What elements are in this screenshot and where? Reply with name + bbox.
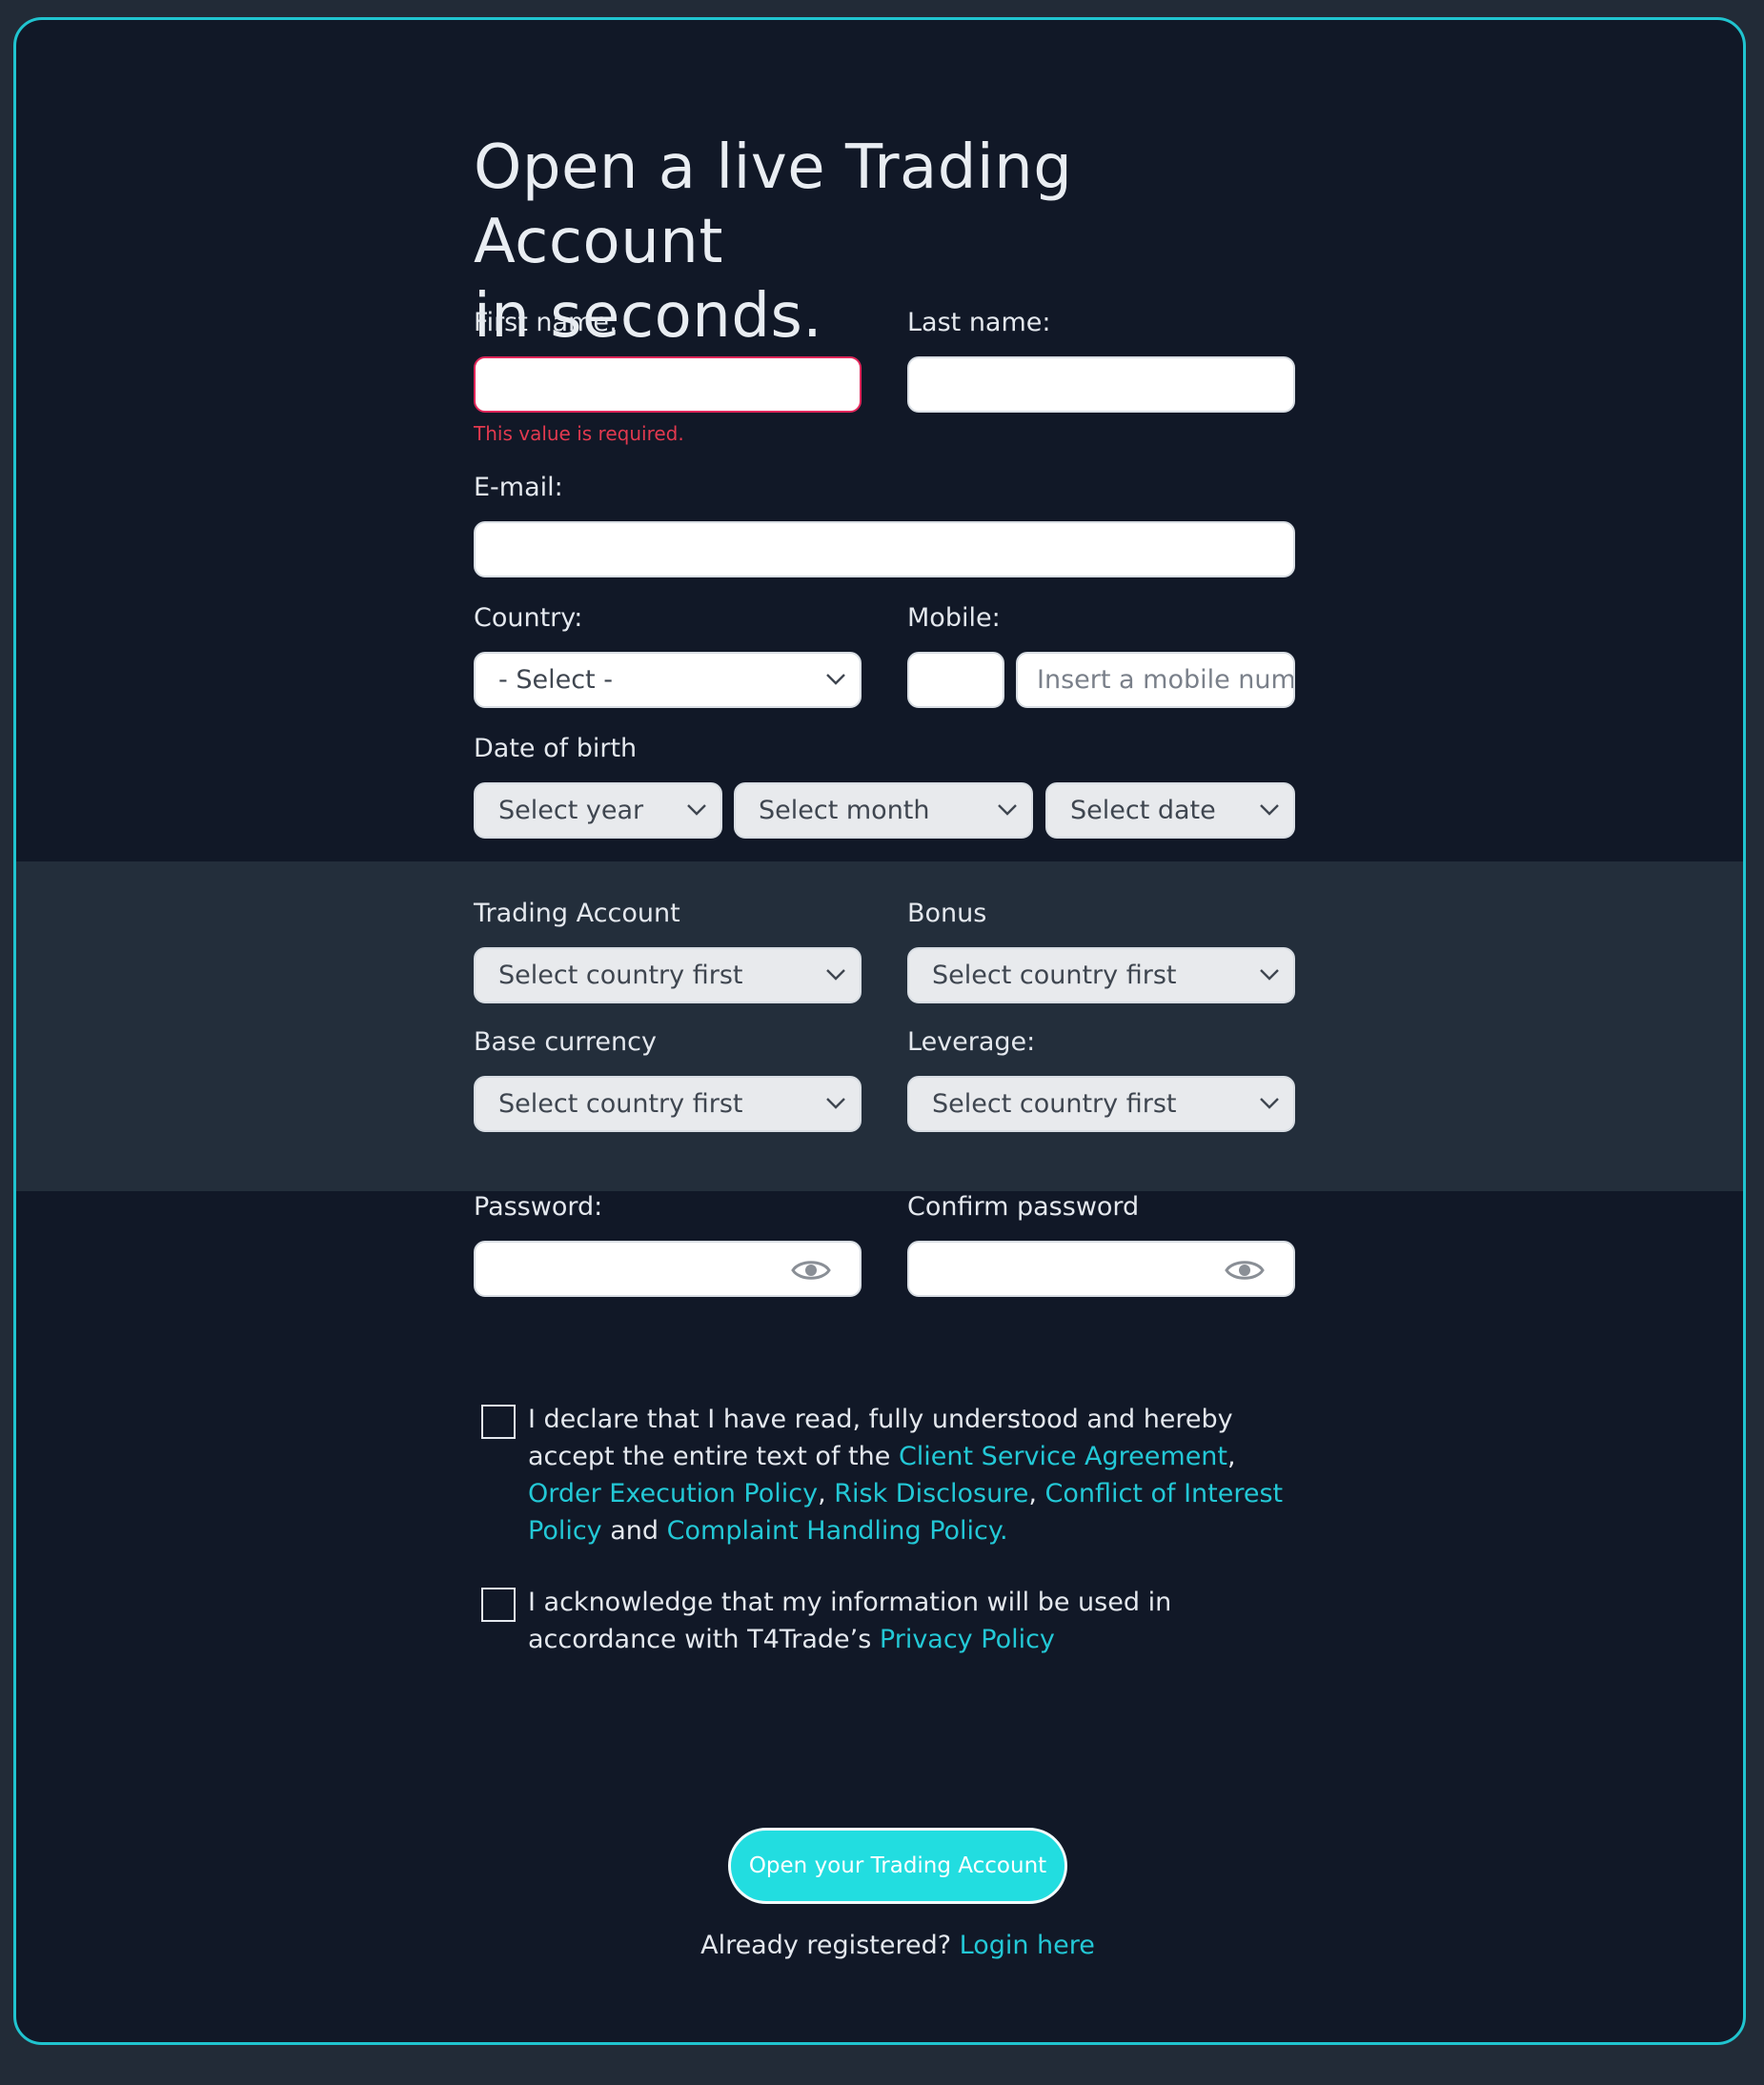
password-label: Password: bbox=[474, 1192, 603, 1222]
bonus-value: Select country first bbox=[932, 961, 1177, 990]
declare-separator: , bbox=[1227, 1442, 1236, 1471]
base-currency-value: Select country first bbox=[498, 1089, 743, 1119]
base-currency-label: Base currency bbox=[474, 1027, 657, 1057]
chevron-down-icon bbox=[826, 969, 845, 981]
login-prompt-text: Already registered? bbox=[700, 1931, 960, 1960]
eye-icon[interactable] bbox=[791, 1257, 831, 1284]
signup-card: Open a live Trading Account in seconds. … bbox=[13, 17, 1746, 2045]
open-account-button[interactable]: Open your Trading Account bbox=[728, 1828, 1067, 1904]
chevron-down-icon bbox=[687, 804, 706, 816]
chevron-down-icon bbox=[1260, 804, 1279, 816]
email-label: E-mail: bbox=[474, 473, 563, 502]
birth-month-value: Select month bbox=[759, 796, 930, 825]
chevron-down-icon bbox=[1260, 1098, 1279, 1109]
email-field[interactable] bbox=[474, 521, 1295, 577]
client-service-agreement-link[interactable]: Client Service Agreement bbox=[899, 1442, 1227, 1471]
chevron-down-icon bbox=[998, 804, 1017, 816]
country-select-value: - Select - bbox=[498, 665, 613, 695]
confirm-password-label: Confirm password bbox=[907, 1192, 1140, 1222]
eye-icon[interactable] bbox=[1225, 1257, 1265, 1284]
confirm-password-field[interactable] bbox=[907, 1241, 1295, 1297]
leverage-value: Select country first bbox=[932, 1089, 1177, 1119]
mobile-label: Mobile: bbox=[907, 603, 1001, 633]
privacy-text-intro: I acknowledge that my information will b… bbox=[528, 1588, 1172, 1654]
birth-month-select[interactable]: Select month bbox=[734, 782, 1033, 839]
login-prompt: Already registered? Login here bbox=[474, 1929, 1322, 1963]
declare-separator: , bbox=[818, 1479, 835, 1508]
country-select[interactable]: - Select - bbox=[474, 652, 862, 708]
first-name-error: This value is required. bbox=[474, 422, 684, 445]
last-name-field[interactable] bbox=[907, 356, 1295, 413]
chevron-down-icon bbox=[1260, 969, 1279, 981]
privacy-checkbox[interactable] bbox=[481, 1588, 516, 1622]
birth-year-value: Select year bbox=[498, 796, 644, 825]
trading-account-value: Select country first bbox=[498, 961, 743, 990]
country-label: Country: bbox=[474, 603, 583, 633]
date-of-birth-label: Date of birth bbox=[474, 734, 638, 763]
declare-text: I declare that I have read, fully unders… bbox=[528, 1401, 1290, 1549]
base-currency-select[interactable]: Select country first bbox=[474, 1076, 862, 1132]
bonus-label: Bonus bbox=[907, 899, 987, 928]
trading-account-select[interactable]: Select country first bbox=[474, 947, 862, 1003]
leverage-label: Leverage: bbox=[907, 1027, 1036, 1057]
birth-year-select[interactable]: Select year bbox=[474, 782, 722, 839]
account-settings-band bbox=[16, 861, 1743, 1191]
bonus-select[interactable]: Select country first bbox=[907, 947, 1295, 1003]
birth-date-value: Select date bbox=[1070, 796, 1216, 825]
complaint-handling-policy-link[interactable]: Complaint Handling Policy. bbox=[667, 1516, 1008, 1546]
first-name-field[interactable] bbox=[474, 356, 862, 413]
mobile-country-code-field[interactable] bbox=[907, 652, 1004, 708]
login-link[interactable]: Login here bbox=[960, 1931, 1095, 1960]
declare-separator: , bbox=[1028, 1479, 1045, 1508]
password-field[interactable] bbox=[474, 1241, 862, 1297]
leverage-select[interactable]: Select country first bbox=[907, 1076, 1295, 1132]
risk-disclosure-link[interactable]: Risk Disclosure bbox=[834, 1479, 1028, 1508]
birth-date-select[interactable]: Select date bbox=[1045, 782, 1295, 839]
mobile-number-field[interactable]: Insert a mobile numb bbox=[1016, 652, 1295, 708]
chevron-down-icon bbox=[826, 674, 845, 685]
trading-account-label: Trading Account bbox=[474, 899, 680, 928]
privacy-text: I acknowledge that my information will b… bbox=[528, 1584, 1290, 1658]
declare-separator: and bbox=[601, 1516, 667, 1546]
declare-checkbox[interactable] bbox=[481, 1405, 516, 1439]
page-title-line1: Open a live Trading Account bbox=[474, 132, 1073, 277]
privacy-policy-link[interactable]: Privacy Policy bbox=[880, 1625, 1055, 1654]
last-name-label: Last name: bbox=[907, 308, 1051, 337]
first-name-label: First name: bbox=[474, 308, 618, 337]
order-execution-policy-link[interactable]: Order Execution Policy bbox=[528, 1479, 818, 1508]
chevron-down-icon bbox=[826, 1098, 845, 1109]
